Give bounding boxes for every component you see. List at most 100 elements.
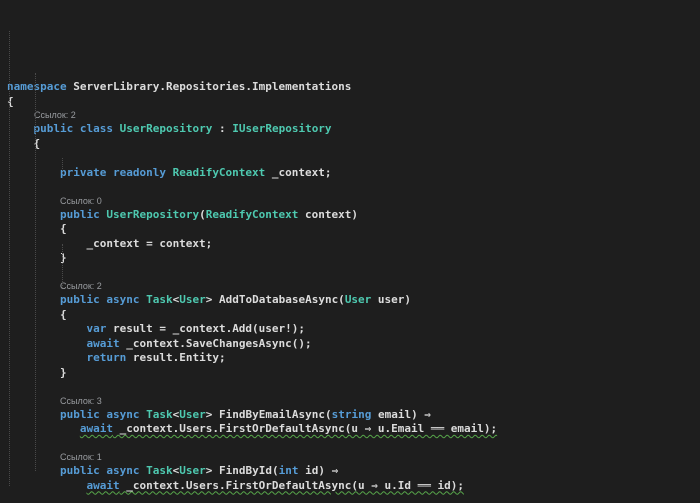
code-token: user) [371,293,412,306]
code-token: User [179,293,206,306]
code-token: > FindById( [205,464,279,477]
code-token: > FindByEmailAsync( [205,407,332,421]
codelens-references[interactable]: Ссылок: 2 [7,109,700,122]
code-token: } [7,251,67,264]
code-line[interactable]: public async Task<User> FindByEmailAsync… [7,408,700,423]
code-line[interactable]: return result.Entity; [7,351,700,366]
code-token: string [331,407,372,421]
code-token: return [86,351,127,364]
code-token: User [179,464,206,477]
code-token: ReadifyContext [172,165,266,179]
code-line[interactable]: } [7,251,700,266]
code-token: IUserRepository [232,122,332,135]
code-token: namespace [7,80,67,93]
code-line[interactable]: await _context.Users.FirstOrDefaultAsync… [7,479,700,494]
code-lines: namespace ServerLibrary.Repositories.Imp… [7,80,700,503]
code-token: result = _context.Add(user!); [106,322,306,335]
code-line[interactable]: } [7,366,700,381]
code-token: public [33,122,74,135]
code-token: { [7,222,67,235]
codelens-references[interactable]: Ссылок: 1 [7,451,700,464]
codelens-references[interactable]: Ссылок: 0 [7,195,700,208]
code-token: await [86,336,120,350]
code-line[interactable]: public async Task<User> FindById(int id)… [7,464,700,479]
code-line[interactable]: { [7,222,700,237]
code-token: ( [199,207,206,221]
code-token: UserRepository [119,122,213,135]
code-token: _context = context; [7,236,213,250]
codelens-references[interactable]: Ссылок: 2 [7,280,700,293]
code-token: _context.Users.FirstOrDefaultAsync(u ⇒ u… [112,422,498,435]
codelens-references[interactable]: Ссылок: 3 [7,395,700,408]
code-token: public [59,293,100,306]
code-token: result.Entity; [126,351,226,364]
code-token: var [86,322,107,335]
code-line-blank[interactable] [7,266,700,281]
code-token: ServerLibrary.Repositories.Implementatio… [66,80,352,93]
code-token: async [106,293,140,306]
code-token: ReadifyContext [205,207,299,221]
code-editor[interactable]: namespace ServerLibrary.Repositories.Imp… [0,0,700,503]
code-line[interactable]: _context = context; [7,237,700,252]
code-line[interactable]: public async Task<User> AddToDatabaseAsy… [7,293,700,308]
code-token: : [212,122,233,135]
code-token: User [344,293,372,306]
code-line[interactable]: await _context.SaveChangesAsync(); [7,337,700,352]
code-line[interactable]: public class UserRepository : IUserRepos… [7,122,700,137]
code-token: await [79,422,113,435]
code-token: class [79,122,113,135]
code-token: private [59,165,107,179]
code-token: { [7,136,41,150]
code-token: id) ⇒ [298,464,339,477]
code-token: _context.Users.FirstOrDefaultAsync(u ⇒ u… [119,478,464,492]
code-line[interactable]: public UserRepository(ReadifyContext con… [7,208,700,223]
code-token: UserRepository [106,207,200,221]
code-token: email) ⇒ [371,407,431,421]
code-line[interactable]: { [7,308,700,323]
code-token: Task [146,293,173,306]
code-token: public [59,464,100,477]
code-token: { [7,307,67,321]
code-line-blank[interactable] [7,151,700,166]
code-token: } [7,365,67,379]
code-line-blank[interactable] [7,493,700,503]
code-token: readonly [112,165,166,179]
code-token: > AddToDatabaseAsync( [205,293,345,306]
code-token: context) [298,207,359,221]
code-line[interactable]: namespace ServerLibrary.Repositories.Imp… [7,80,700,95]
code-token: Task [146,407,173,421]
code-line[interactable]: { [7,137,700,152]
code-line[interactable]: { [7,95,700,110]
code-token: _context; [265,165,332,179]
code-token: public [59,407,100,421]
code-line-blank[interactable] [7,180,700,195]
code-token: _context.SaveChangesAsync(); [119,336,312,350]
code-token: User [179,407,206,421]
code-token: async [106,464,140,477]
code-token: public [59,207,100,221]
code-token: await [86,478,120,492]
code-line[interactable]: await _context.Users.FirstOrDefaultAsync… [7,422,700,437]
code-line-blank[interactable] [7,380,700,395]
code-token: async [106,407,140,421]
code-line[interactable]: private readonly ReadifyContext _context… [7,166,700,181]
code-token: int [278,464,299,477]
code-line[interactable]: var result = _context.Add(user!); [7,322,700,337]
code-line-blank[interactable] [7,437,700,452]
code-token: Task [146,464,173,477]
